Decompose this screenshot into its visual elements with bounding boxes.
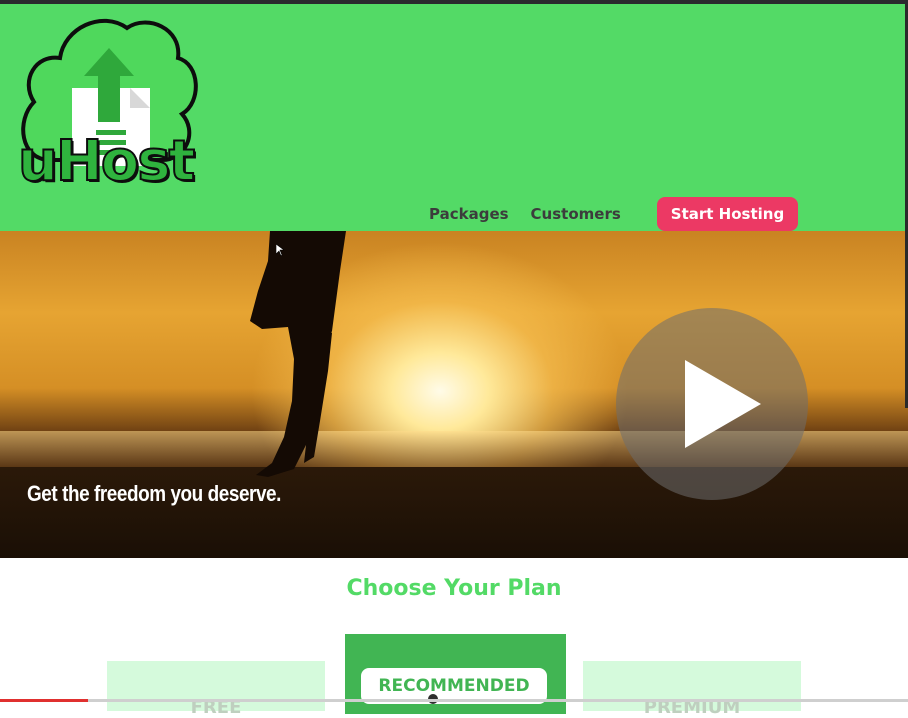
uhost-logo[interactable]: uHost [12,10,202,202]
play-icon [685,360,761,448]
hero-tagline: Get the freedom you deserve. [27,481,281,506]
hero: Get the freedom you deserve. [0,231,908,558]
plan-card-premium[interactable]: PREMIUM [583,661,801,718]
start-hosting-button[interactable]: Start Hosting [656,197,799,231]
mouse-cursor-icon [276,244,284,256]
play-video-button[interactable] [616,308,808,500]
logo-text: uHost [17,129,196,194]
plan-card-recommended[interactable]: RECOMMENDED [345,634,566,714]
nav-packages[interactable]: Packages [429,205,509,223]
nav-customers[interactable]: Customers [531,205,621,223]
plans-section: Choose Your Plan FREE RECOMMENDED PREMIU… [0,558,908,718]
plans-title: Choose Your Plan [346,576,562,601]
plan-card-free[interactable]: FREE [107,661,325,718]
main-nav: Packages Customers Start Hosting [418,197,799,231]
site-header: uHost Packages Customers Start Hosting [0,4,908,231]
person-silhouette [250,231,346,477]
